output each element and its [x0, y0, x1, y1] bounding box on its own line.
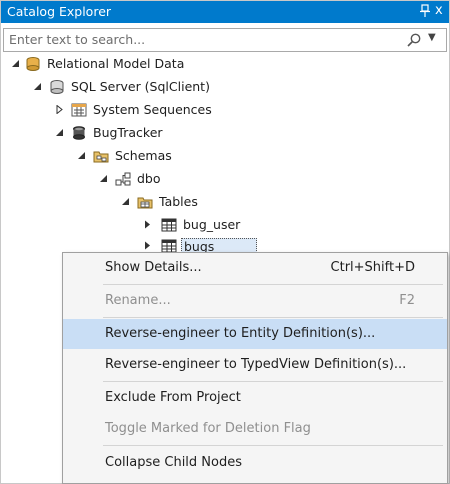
database-icon — [73, 126, 85, 140]
collapse-icon[interactable] — [77, 151, 86, 160]
menu-item-label: Rename... — [105, 293, 171, 308]
tree-node-label: SQL Server (SqlClient) — [71, 79, 210, 94]
expand-icon[interactable] — [143, 220, 152, 229]
tables-folder-icon — [137, 197, 153, 209]
schemas-folder-icon — [93, 151, 109, 163]
table-icon — [161, 218, 177, 232]
tree-node-label: Schemas — [115, 148, 172, 163]
database-server-icon — [50, 80, 64, 94]
tree-node-relational-model-data[interactable]: Relational Model Data — [1, 53, 301, 75]
menu-separator — [103, 317, 443, 318]
pin-icon[interactable] — [419, 4, 431, 18]
collapse-icon[interactable] — [55, 128, 64, 137]
expand-icon[interactable] — [55, 105, 64, 114]
menu-item-label: Exclude From Project — [105, 390, 241, 405]
menu-item-shortcut: F2 — [399, 293, 415, 308]
menu-item-reverse-engineer-typedview[interactable]: Reverse-engineer to TypedView Definition… — [63, 350, 447, 380]
tree-node-label: bug_user — [183, 217, 241, 232]
menu-separator — [103, 381, 443, 382]
tree-node-system-sequences[interactable]: System Sequences — [1, 99, 301, 121]
tree-node-schemas[interactable]: Schemas — [1, 145, 301, 167]
search-box[interactable]: Enter text to search... ▼ — [3, 28, 447, 52]
collapse-icon[interactable] — [121, 197, 130, 206]
schema-icon — [115, 172, 131, 186]
tree-node-label: BugTracker — [93, 125, 163, 140]
search-icon[interactable] — [406, 32, 422, 48]
tree-node-label: Tables — [159, 194, 198, 209]
tree-node-label: Relational Model Data — [47, 56, 185, 71]
menu-item-reverse-engineer-entity[interactable]: Reverse-engineer to Entity Definition(s)… — [63, 319, 447, 349]
close-icon[interactable]: x — [435, 3, 443, 19]
menu-item-exclude-from-project[interactable]: Exclude From Project — [63, 383, 447, 413]
tree-node-sql-server[interactable]: SQL Server (SqlClient) — [1, 76, 301, 98]
menu-item-shortcut: Ctrl+Shift+D — [330, 260, 415, 275]
expand-icon[interactable] — [143, 241, 152, 250]
menu-item-label: Reverse-engineer to Entity Definition(s)… — [105, 326, 376, 341]
panel-title: Catalog Explorer — [7, 4, 112, 19]
menu-item-label: Show Details... — [105, 260, 202, 275]
menu-item-label: Collapse Child Nodes — [105, 455, 243, 470]
menu-item-show-details[interactable]: Show Details... Ctrl+Shift+D — [63, 253, 447, 283]
collapse-icon[interactable] — [33, 82, 42, 91]
tree-node-dbo[interactable]: dbo — [1, 168, 301, 190]
menu-separator — [103, 284, 443, 285]
menu-item-collapse-child-nodes[interactable]: Collapse Child Nodes — [63, 448, 447, 478]
search-input[interactable]: Enter text to search... — [9, 32, 145, 47]
panel-title-bar: Catalog Explorer x — [1, 1, 449, 23]
menu-item-rename[interactable]: Rename... F2 — [63, 286, 447, 316]
database-model-icon — [26, 57, 40, 71]
tree-node-label: dbo — [137, 171, 161, 186]
tree-node-bug-user[interactable]: bug_user — [1, 214, 301, 236]
tree-node-label: System Sequences — [93, 102, 212, 117]
tree-node-bugtracker[interactable]: BugTracker — [1, 122, 301, 144]
menu-separator — [103, 445, 443, 446]
menu-item-label: Reverse-engineer to TypedView Definition… — [105, 357, 407, 372]
sequences-icon — [71, 103, 87, 117]
menu-item-toggle-deletion-flag[interactable]: Toggle Marked for Deletion Flag — [63, 414, 447, 444]
collapse-icon[interactable] — [11, 59, 20, 68]
search-options-dropdown-icon[interactable]: ▼ — [428, 32, 436, 43]
context-menu: Show Details... Ctrl+Shift+D Rename... F… — [62, 252, 448, 484]
menu-item-label: Toggle Marked for Deletion Flag — [105, 421, 311, 436]
tree-node-tables[interactable]: Tables — [1, 191, 301, 213]
collapse-icon[interactable] — [99, 174, 108, 183]
